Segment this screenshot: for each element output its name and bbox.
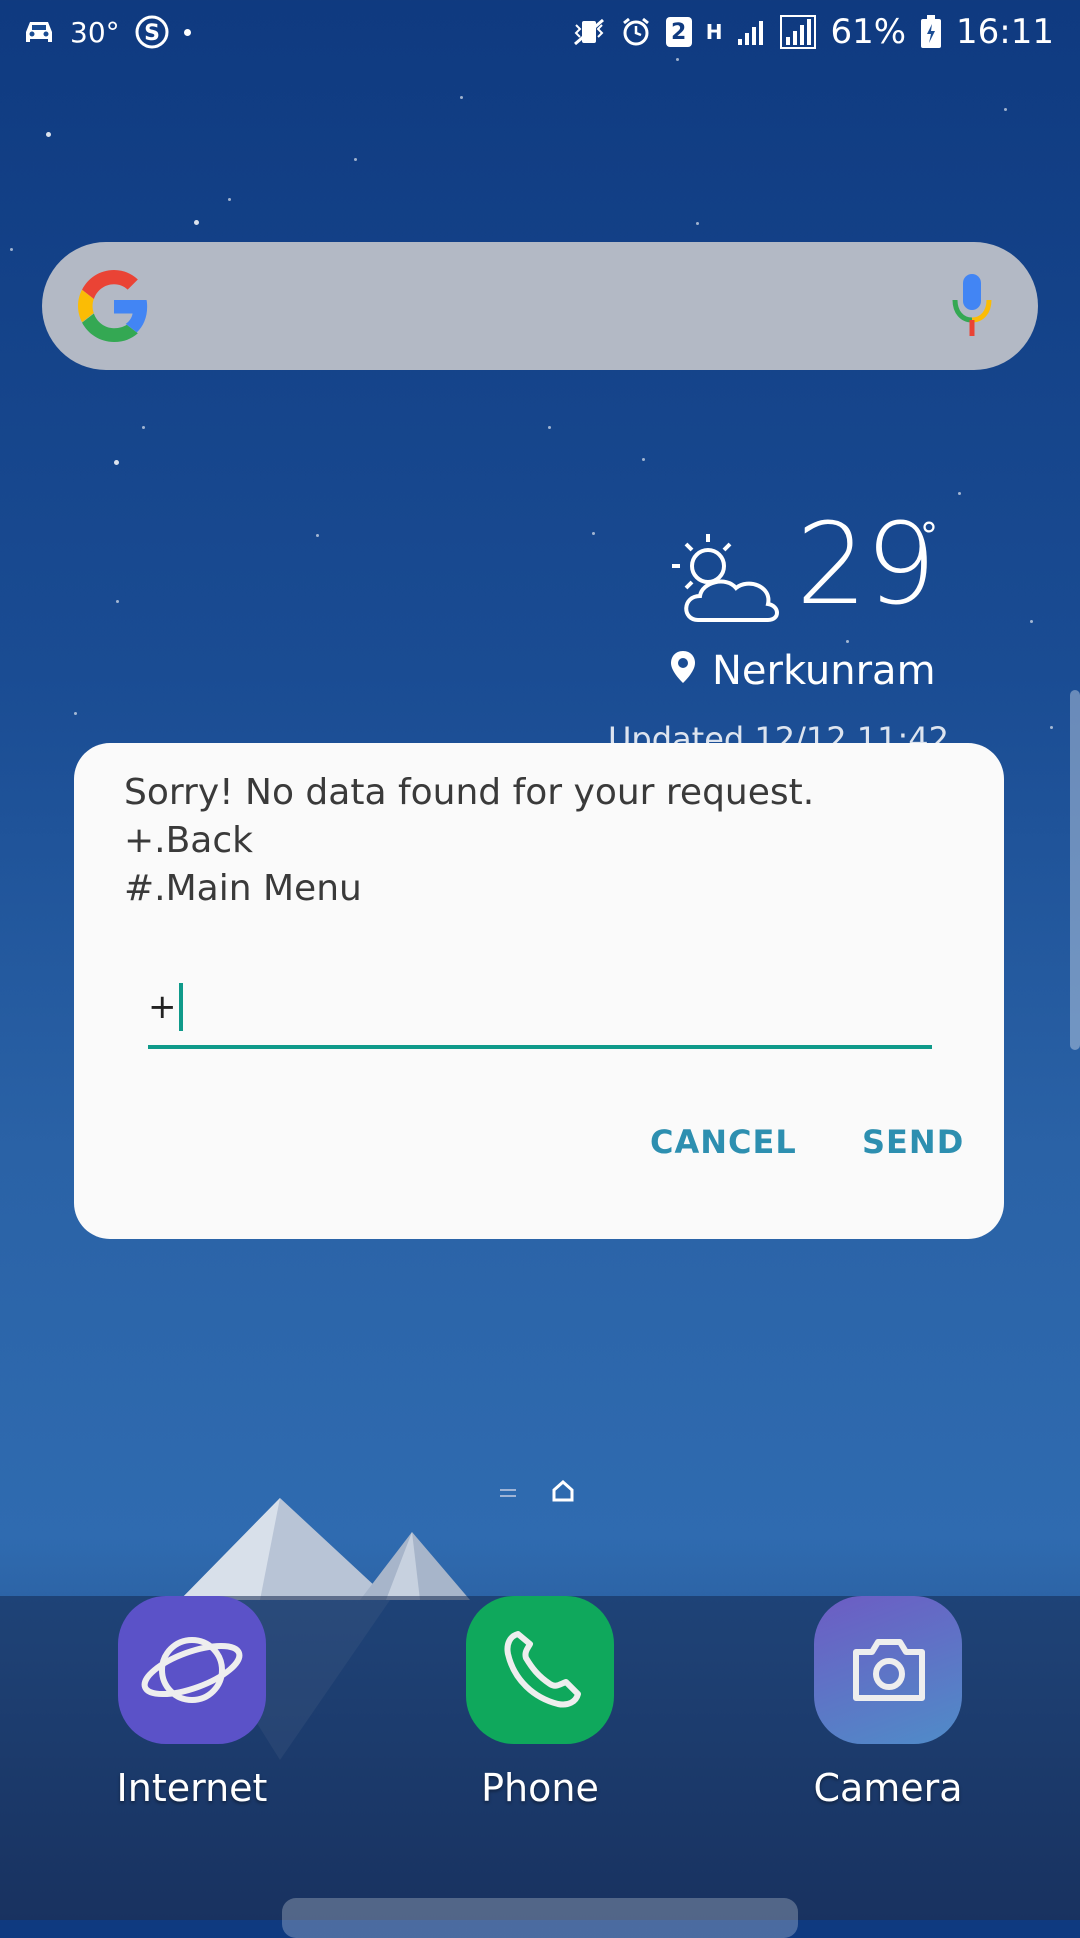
ussd-dialog: Sorry! No data found for your request. +… [74,743,1004,1239]
notification-count-badge: 2 [665,17,692,47]
status-temperature: 30° [70,15,120,49]
google-logo-icon[interactable] [78,270,150,342]
dialog-message: Sorry! No data found for your request. +… [124,769,814,913]
phone-icon[interactable] [466,1596,614,1744]
network-h-icon: H [705,20,723,44]
app-dock: Internet Phone Camera [0,1596,1080,1920]
vibrate-mute-icon [572,17,606,47]
battery-percent: 61% [830,12,907,52]
signal-icon [736,17,766,47]
car-icon [22,18,56,46]
dialog-message-line: +.Back [124,820,254,861]
location-pin-icon [670,648,696,694]
dot-icon [183,28,191,36]
reply-input[interactable]: + [148,973,932,1049]
battery-icon [920,15,942,49]
app-internet[interactable]: Internet [82,1596,302,1810]
app-label: Camera [813,1766,963,1810]
menu-lines-icon [500,1484,516,1503]
svg-text:S: S [144,21,160,46]
home-page-icon [552,1479,574,1506]
navigation-handle[interactable] [282,1898,798,1938]
partly-cloudy-icon [668,530,786,630]
skype-icon: S [134,14,170,50]
app-label: Internet [116,1766,268,1810]
weather-degree-symbol: ° [920,516,938,557]
cancel-button[interactable]: CANCEL [650,1123,797,1161]
internet-planet-icon[interactable] [118,1596,266,1744]
send-button[interactable]: SEND [862,1123,964,1161]
clock: 16:11 [956,12,1054,52]
app-label: Phone [481,1766,599,1810]
alarm-icon [620,16,652,48]
app-camera[interactable]: Camera [778,1596,998,1810]
microphone-icon[interactable] [950,272,994,340]
dialog-message-line: #.Main Menu [124,868,362,909]
page-indicator[interactable] [500,1478,590,1508]
weather-widget[interactable]: 29 ° Nerkunram Updated 12/12 11:42 [608,500,1040,760]
google-search-bar[interactable] [42,242,1038,370]
roaming-signal-icon [780,15,817,49]
location-name: Nerkunram [712,648,936,694]
weather-temperature: 29 [796,500,937,630]
camera-icon[interactable] [814,1596,962,1744]
app-phone[interactable]: Phone [430,1596,650,1810]
dialog-message-line: Sorry! No data found for your request. [124,772,815,813]
weather-location: Nerkunram [670,648,936,694]
status-bar: 30° S 2 H 61% 16:11 [0,0,1080,62]
text-caret [178,983,183,1031]
edge-panel-handle[interactable] [1070,690,1080,1050]
reply-input-value[interactable]: + [148,987,177,1027]
